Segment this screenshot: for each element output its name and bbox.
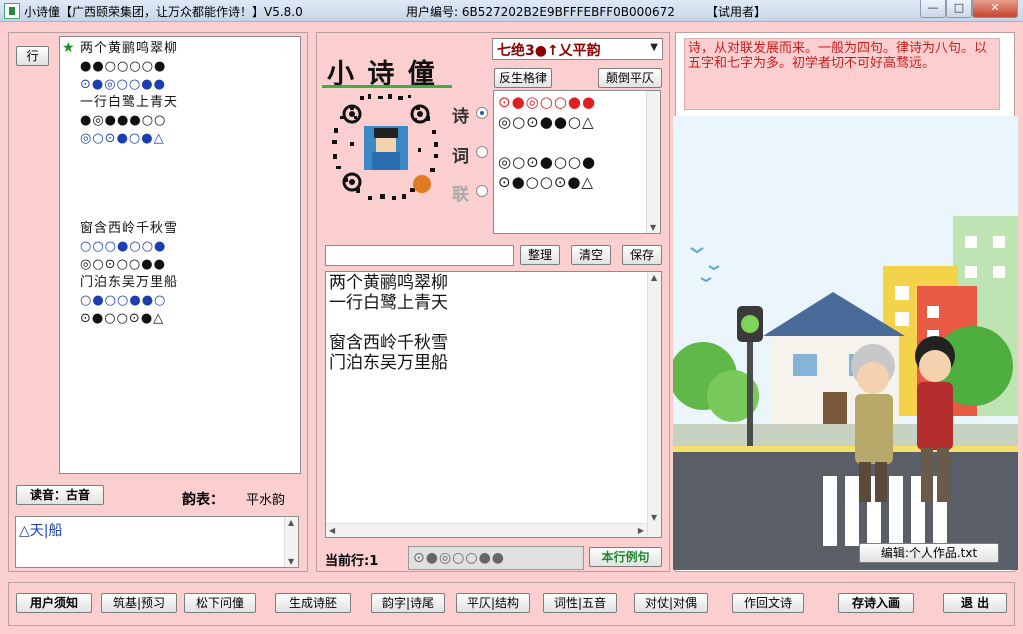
- swap-tones-button[interactable]: 颠倒平仄: [598, 68, 662, 88]
- pattern-line: ◎○⊙●●○△: [498, 113, 595, 131]
- clear-button[interactable]: 清空: [571, 245, 611, 265]
- mode-radio-ci[interactable]: [476, 146, 488, 158]
- line-input-field[interactable]: [326, 246, 513, 265]
- poem-analysis-line: 两个黄鹂鸣翠柳: [80, 41, 179, 56]
- star-icon: ★: [62, 40, 75, 56]
- example-button[interactable]: 本行例句: [589, 547, 662, 567]
- pos-tone-button[interactable]: 词性|五音: [543, 593, 617, 613]
- edit-file-button[interactable]: 编辑:个人作品.txt: [859, 543, 999, 563]
- palindrome-button[interactable]: 作回文诗: [732, 593, 804, 613]
- tone-structure-button[interactable]: 平仄|结构: [456, 593, 530, 613]
- current-row-pattern-text: ⊙●◎○○●●: [413, 550, 506, 566]
- rhyme-tail-button[interactable]: 韵字|诗尾: [371, 593, 445, 613]
- poem-analysis-line: ●●○○○○●: [80, 59, 167, 74]
- title-bar: 小诗僮【广西颐荣集团，让万众都能作诗！】V5.8.0 用户编号: 6B52720…: [0, 0, 1023, 22]
- tidy-button[interactable]: 整理: [520, 245, 560, 265]
- generate-draft-button[interactable]: 生成诗胚: [275, 593, 351, 613]
- mode-label-ci: 词: [452, 147, 469, 167]
- user-id-label: 用户编号: 6B527202B2E9BFFFEBFF0B000672: [406, 5, 675, 19]
- close-button[interactable]: ✕: [972, 0, 1018, 18]
- maximize-button[interactable]: □: [946, 0, 972, 18]
- ask-boy-button[interactable]: 松下问僮: [184, 593, 256, 613]
- street-scene-illustration: [673, 116, 1018, 570]
- poem-analysis-line: 窗含西岭千秋雪: [80, 221, 179, 236]
- tip-box: 诗，从对联发展而来。一般为四句。律诗为八句。以五字和七字为多。初学者切不可好高骛…: [684, 38, 1000, 110]
- mode-radio-poem[interactable]: [476, 107, 488, 119]
- editor-hscroll[interactable]: ◀ ▶: [326, 523, 647, 537]
- qr-code: [332, 94, 438, 200]
- window-title: 小诗僮【广西颐荣集团，让万众都能作诗！】V5.8.0: [24, 5, 303, 19]
- mode-label-couplet: 联: [452, 185, 469, 205]
- tip-text: 诗，从对联发展而来。一般为四句。律诗为八句。以五字和七字为多。初学者切不可好高骛…: [688, 41, 988, 71]
- rhyme-table-value[interactable]: 平水韵: [246, 489, 285, 508]
- row-button[interactable]: 行: [16, 46, 49, 66]
- form-select-value: 七绝3●↑乂平韵: [497, 43, 601, 59]
- poem-editor-text[interactable]: 两个黄鹂鸣翠柳 一行白鹭上青天 窗含西岭千秋雪 门泊东吴万里船: [329, 273, 448, 373]
- mode-radio-couplet[interactable]: [476, 185, 488, 197]
- poem-analysis-line: ◎○⊙●○●△: [80, 131, 165, 146]
- rhyme-box-text: △天|船: [19, 523, 63, 539]
- poem-editor[interactable]: 两个黄鹂鸣翠柳 一行白鹭上青天 窗含西岭千秋雪 门泊东吴万里船 ▲ ▼ ◀ ▶: [325, 271, 662, 538]
- user-notice-button[interactable]: 用户须知: [16, 593, 92, 613]
- poem-analysis-line: ○○○●○○●: [80, 239, 167, 254]
- poem-analysis-line: 一行白鹭上青天: [80, 95, 179, 110]
- rhyme-box[interactable]: △天|船 ▲ ▼: [15, 516, 299, 568]
- chevron-down-icon[interactable]: ▼: [650, 42, 658, 53]
- pattern-line: ◎○⊙●○○●: [498, 153, 597, 171]
- logo-underline: [322, 85, 452, 88]
- poem-analysis-line: ○●○○●●○: [80, 293, 167, 308]
- poem-analysis-box: ★ 两个黄鹂鸣翠柳 ●●○○○○● ⊙●◎○○●● 一行白鹭上青天 ●◎●●●○○ ◎○⊙…: [59, 36, 301, 474]
- rhyme-box-scrollbar[interactable]: ▲ ▼: [284, 517, 298, 567]
- poem-analysis-line: ⊙●○○⊙●△: [80, 311, 165, 326]
- current-row-label: 当前行:1: [325, 554, 379, 569]
- poem-analysis-line: ⊙●◎○○●●: [80, 77, 166, 92]
- rhyme-table-label: 韵表：: [182, 492, 224, 508]
- pattern-line: ⊙●○○⊙●△: [498, 173, 595, 191]
- poem-analysis-line: 门泊东吴万里船: [80, 275, 179, 290]
- line-input[interactable]: [325, 245, 514, 266]
- foundation-preview-button[interactable]: 筑基|预习: [101, 593, 177, 613]
- mode-label-poem: 诗: [452, 107, 469, 127]
- pattern-box: ⊙●◎○○●● ◎○⊙●●○△ ◎○⊙●○○● ⊙●○○⊙●△ ▼: [493, 90, 661, 234]
- pattern-line: ⊙●◎○○●●: [498, 93, 597, 111]
- app-icon: [4, 3, 20, 19]
- poem-analysis-line: ●◎●●●○○: [80, 113, 167, 128]
- pattern-scrollbar[interactable]: ▼: [646, 91, 660, 233]
- poem-analysis-line: ◎○⊙○○●●: [80, 257, 166, 272]
- save-button[interactable]: 保存: [622, 245, 662, 265]
- save-to-painting-button[interactable]: 存诗入画: [838, 593, 914, 613]
- trial-label: 【试用者】: [706, 5, 767, 19]
- current-row-pattern: ⊙●◎○○●●: [408, 546, 584, 570]
- exit-button[interactable]: 退 出: [943, 593, 1007, 613]
- form-select[interactable]: 七绝3●↑乂平韵 ▼: [492, 38, 663, 60]
- parallelism-button[interactable]: 对仗|对偶: [634, 593, 708, 613]
- reading-button[interactable]: 读音：古音: [16, 485, 104, 505]
- reverse-rules-button[interactable]: 反生格律: [494, 68, 552, 88]
- editor-vscroll[interactable]: ▲ ▼: [647, 272, 661, 537]
- minimize-button[interactable]: —: [920, 0, 946, 18]
